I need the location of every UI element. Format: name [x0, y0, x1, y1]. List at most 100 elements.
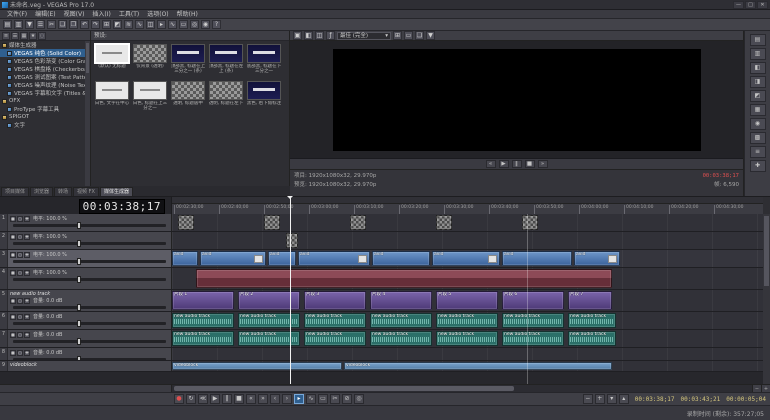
plugin-manager-icon[interactable]: ✚: [750, 160, 766, 172]
split-screen-view-icon[interactable]: ◫: [315, 31, 324, 40]
timeline-event[interactable]: [436, 215, 452, 230]
minimize-button[interactable]: —: [733, 1, 744, 9]
track-fx-button[interactable]: ✚: [24, 270, 30, 276]
preview-quality-dropdown[interactable]: 最佳 (完全)▾: [337, 32, 391, 40]
zoom-edit-tool-icon[interactable]: ◎: [190, 20, 199, 29]
normal-edit-tool-button[interactable]: ▸: [294, 394, 304, 404]
auto-crossfade-icon[interactable]: ◩: [113, 20, 122, 29]
track-lane[interactable]: new audio tracknew audio tracknew audio …: [172, 312, 763, 329]
enable-snapping-icon[interactable]: ⊞: [102, 20, 111, 29]
timeline-event[interactable]: new audio track: [172, 331, 234, 346]
preset-item[interactable]: 透明, 标题居中: [170, 81, 206, 116]
erase-tool-button[interactable]: ⊘: [342, 394, 352, 404]
track-mute-button[interactable]: ●: [10, 270, 16, 276]
fader-thumb[interactable]: [77, 222, 81, 229]
generator-tree-item[interactable]: VEGAS 纯色 (Solid Color): [0, 49, 85, 57]
track-header[interactable]: 5new audio track●○✚音量: 0.0 dB: [0, 290, 172, 311]
track-lane[interactable]: [172, 348, 763, 360]
envelope-edit-tool-button[interactable]: ∿: [306, 394, 316, 404]
timeline-event[interactable]: new audio track: [502, 313, 564, 328]
menu-item[interactable]: 工具(T): [115, 10, 143, 19]
search-icon[interactable]: ◌: [38, 32, 46, 40]
edit-details-icon[interactable]: ≡: [750, 146, 766, 158]
timeline-event[interactable]: avid: [200, 251, 266, 266]
timeline-event[interactable]: avid: [432, 251, 500, 266]
loop-playback-button[interactable]: ↻: [186, 394, 196, 404]
timeline-event[interactable]: avid: [574, 251, 620, 266]
play-button[interactable]: ▶: [210, 394, 220, 404]
generator-tree-item[interactable]: VEGAS 噪声纹理 (Noise Texture): [0, 81, 85, 89]
stop-button[interactable]: ■: [234, 394, 244, 404]
zoom-edit-tool-button[interactable]: ◎: [354, 394, 364, 404]
zoom-out-time-button[interactable]: −: [583, 394, 593, 404]
track-lane[interactable]: [172, 232, 763, 249]
track-mute-button[interactable]: ●: [10, 350, 16, 356]
timeline-event[interactable]: avid: [502, 251, 572, 266]
zoom-in-track-button[interactable]: ▴: [619, 394, 629, 404]
master-bus-icon[interactable]: ▩: [750, 132, 766, 144]
track-mute-button[interactable]: ●: [10, 332, 16, 338]
dock-tab-inactive[interactable]: 浏览器: [30, 187, 53, 196]
mixer-icon[interactable]: ▦: [750, 104, 766, 116]
track-fx-button[interactable]: ✚: [24, 314, 30, 320]
thumbnail-view-icon[interactable]: ▦: [20, 32, 28, 40]
track-fx-button[interactable]: ✚: [24, 350, 30, 356]
play-from-start-button[interactable]: ≪: [198, 394, 208, 404]
menu-item[interactable]: 插入(I): [88, 10, 114, 19]
track-fader[interactable]: [13, 242, 166, 245]
undo-icon[interactable]: ↶: [80, 20, 89, 29]
track-lane[interactable]: [172, 268, 763, 289]
track-fader[interactable]: [13, 340, 166, 343]
split-tool-button[interactable]: ✂: [330, 394, 340, 404]
track-mute-button[interactable]: ●: [10, 298, 16, 304]
timeline-event[interactable]: videoblock: [172, 362, 342, 370]
fader-thumb[interactable]: [77, 304, 81, 311]
generator-tree-item[interactable]: VEGAS 棋盘格 (Checkerboard): [0, 65, 85, 73]
timeline-event[interactable]: new audio track: [502, 331, 564, 346]
stop-button[interactable]: ■: [525, 160, 535, 168]
track-lane[interactable]: [172, 214, 763, 231]
timeline-event[interactable]: avid: [372, 251, 430, 266]
fader-thumb[interactable]: [77, 320, 81, 327]
project-properties-icon[interactable]: ☰: [36, 20, 45, 29]
preset-item[interactable]: 透明, 标题在左下: [208, 81, 244, 116]
playhead[interactable]: [290, 197, 291, 384]
track-solo-button[interactable]: ○: [17, 270, 23, 276]
track-mute-button[interactable]: ●: [10, 216, 16, 222]
track-solo-button[interactable]: ○: [17, 234, 23, 240]
track-mute-button[interactable]: ●: [10, 314, 16, 320]
generator-tree-item[interactable]: VEGAS 字幕和文字 (Titles & Text): [0, 89, 85, 97]
track-fx-button[interactable]: ✚: [24, 298, 30, 304]
track-fader[interactable]: [13, 358, 166, 360]
preset-item[interactable]: (默认) 无标题: [94, 44, 130, 79]
whats-this-help-icon[interactable]: ?: [212, 20, 221, 29]
previous-frame-button[interactable]: ‹: [270, 394, 280, 404]
menu-item[interactable]: 视图(V): [60, 10, 89, 19]
save-snapshot-icon[interactable]: ▼: [426, 31, 435, 40]
track-fader[interactable]: [13, 322, 166, 325]
track-header[interactable]: 9videoblock: [0, 361, 172, 371]
menu-item[interactable]: 文件(F): [3, 10, 31, 19]
track-fx-button[interactable]: ✚: [24, 216, 30, 222]
timeline-event[interactable]: [522, 215, 538, 230]
generator-tree-item[interactable]: VEGAS 色彩渐变 (Color Gradient): [0, 57, 85, 65]
next-frame-button[interactable]: ›: [282, 394, 292, 404]
track-mute-button[interactable]: ●: [10, 252, 16, 258]
track-solo-button[interactable]: ○: [17, 332, 23, 338]
fader-thumb[interactable]: [77, 356, 81, 360]
timeline-event[interactable]: [196, 269, 612, 288]
copy-icon[interactable]: ❏: [58, 20, 67, 29]
timeline-event[interactable]: videoblock: [344, 362, 612, 370]
project-media-icon[interactable]: ▥: [750, 48, 766, 60]
preset-item[interactable]: 顶部黑, 标题在左上 (条): [208, 44, 244, 79]
paste-icon[interactable]: ❐: [69, 20, 78, 29]
preset-item[interactable]: 白色, 标题在上三分之一: [132, 81, 168, 116]
detail-view-icon[interactable]: ☰: [11, 32, 19, 40]
preset-item[interactable]: 底部黑, 标题在下三分之一: [246, 44, 282, 79]
tree-scrollbar[interactable]: [85, 41, 90, 186]
pause-button[interactable]: ‖: [222, 394, 232, 404]
timeline-event[interactable]: [350, 215, 366, 230]
dock-tab-active[interactable]: 媒体生成器: [100, 187, 133, 196]
selection-length-timecode[interactable]: 00:00:05;04: [726, 396, 766, 403]
dock-tab-inactive[interactable]: 项目媒体: [1, 187, 29, 196]
